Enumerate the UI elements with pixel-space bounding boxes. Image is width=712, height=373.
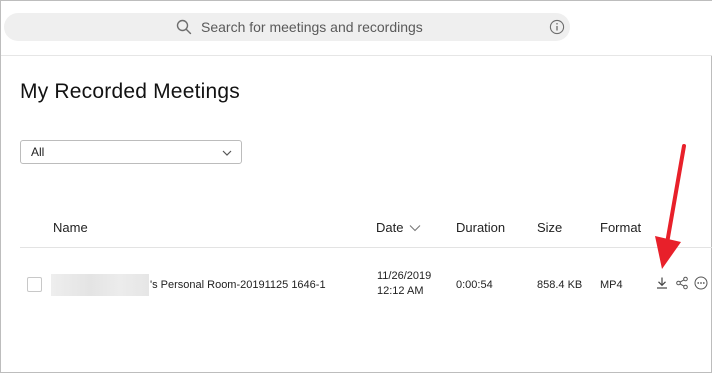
column-header-date[interactable]: Date	[376, 220, 421, 235]
top-bar	[1, 1, 712, 56]
download-icon[interactable]	[655, 276, 669, 290]
recording-name[interactable]: 's Personal Room-20191125 1646-1	[150, 279, 326, 291]
table-header-divider	[20, 247, 712, 248]
more-options-icon[interactable]	[694, 276, 708, 290]
recording-duration: 0:00:54	[456, 279, 493, 291]
sort-descending-icon[interactable]	[409, 222, 421, 234]
search-input[interactable]	[201, 13, 531, 41]
recording-date-time: 12:12 AM	[377, 285, 424, 297]
annotation-arrow-icon	[655, 144, 686, 269]
page-title: My Recorded Meetings	[20, 80, 240, 103]
recording-size: 858.4 KB	[537, 279, 583, 291]
recording-date: 11/26/2019 12:12 AM	[377, 269, 431, 299]
recording-format: MP4	[600, 279, 623, 291]
recording-date-day: 11/26/2019	[377, 270, 432, 282]
column-header-date-label: Date	[376, 220, 404, 235]
column-header-name[interactable]: Name	[53, 220, 88, 235]
recording-filter-dropdown[interactable]: All	[20, 140, 242, 164]
chevron-down-icon	[222, 150, 232, 156]
info-icon[interactable]	[549, 19, 565, 35]
column-header-size[interactable]: Size	[537, 220, 562, 235]
redacted-name-block	[51, 274, 149, 296]
column-header-format[interactable]: Format	[600, 220, 641, 235]
column-header-duration[interactable]: Duration	[456, 220, 505, 235]
row-checkbox[interactable]	[27, 277, 42, 292]
filter-selected-value: All	[31, 145, 45, 159]
search-icon	[176, 19, 192, 35]
share-icon[interactable]	[675, 276, 689, 290]
search-bar[interactable]	[4, 13, 570, 41]
